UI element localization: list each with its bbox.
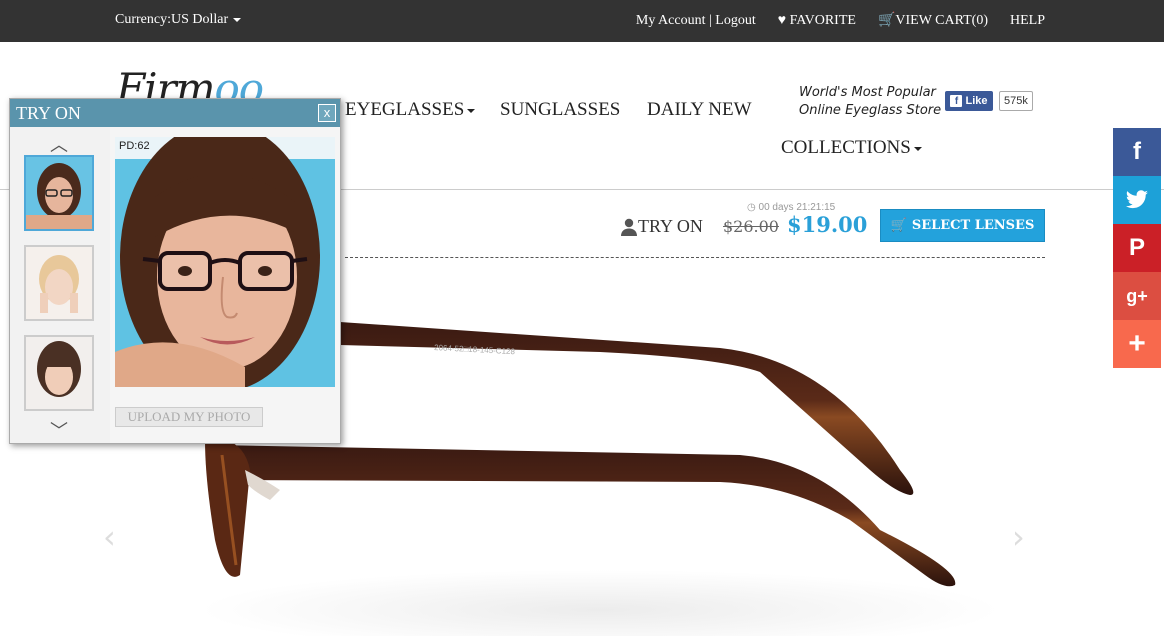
user-icon <box>621 218 637 236</box>
account-links: My Account | Logout <box>636 13 756 29</box>
model-photo-with-glasses <box>115 137 335 387</box>
currency-label: Currency:US Dollar <box>115 12 229 27</box>
cart-label: VIEW CART(0) <box>895 13 988 28</box>
chevron-down-icon <box>913 146 922 151</box>
site-tagline: World's Most Popular Online Eyeglass Sto… <box>799 84 941 120</box>
model-thumbnail[interactable] <box>24 245 94 321</box>
old-price: $26.00 <box>723 217 779 236</box>
sale-price: $19.00 <box>787 212 868 237</box>
model-thumbnail[interactable] <box>24 155 94 231</box>
model-photo <box>26 247 92 319</box>
try-on-link[interactable]: TRY ON <box>620 216 703 237</box>
facebook-like-button[interactable]: f Like <box>945 91 993 111</box>
currency-selector[interactable]: Currency:US Dollar <box>115 12 242 28</box>
nav-daily-new[interactable]: DAILY NEW <box>647 99 752 121</box>
chevron-down-icon[interactable]: ﹀ <box>50 417 68 443</box>
try-on-photo[interactable]: PD:62 <box>115 137 335 387</box>
nav-collections[interactable]: COLLECTIONS <box>781 137 922 159</box>
fb-like-label: Like <box>965 95 988 107</box>
cart-icon: 🛒 <box>877 13 896 28</box>
chevron-down-icon <box>233 17 242 22</box>
facebook-icon: f <box>950 95 963 107</box>
chevron-up-icon[interactable]: ︿ <box>50 131 68 157</box>
favorite-label: FAVORITE <box>789 12 856 28</box>
favorite-link[interactable]: ♥ FAVORITE <box>778 13 856 29</box>
nav-eyeglasses[interactable]: EYEGLASSES <box>345 99 476 121</box>
try-on-preview-area: PD:62 UPLOAD MY PHOTO <box>110 127 340 443</box>
facebook-icon: f <box>1133 138 1141 165</box>
my-account-link[interactable]: My Account <box>636 13 706 28</box>
top-bar: Currency:US Dollar My Account | Logout ♥… <box>0 0 1164 42</box>
prev-image-button[interactable]: ‹ <box>103 518 116 556</box>
nav-collections-label: COLLECTIONS <box>781 137 911 158</box>
tagline-line-1: World's Most Popular <box>799 85 936 100</box>
chevron-right-icon: › <box>1012 518 1025 556</box>
separator: | <box>708 12 712 28</box>
model-thumbnail[interactable] <box>24 335 94 411</box>
model-photo <box>26 157 92 229</box>
next-image-button[interactable]: › <box>1012 518 1025 556</box>
divider <box>345 257 1045 258</box>
chevron-down-icon <box>467 108 476 113</box>
chevron-left-icon: ‹ <box>103 518 116 556</box>
heart-icon: ♥ <box>777 12 787 28</box>
model-thumbnail-list: ︿ ﹀ <box>10 127 110 443</box>
model-photo <box>26 337 92 409</box>
try-on-panel-header: TRY ON x <box>10 99 340 127</box>
account-nav: My Account | Logout ♥ FAVORITE 🛒VIEW CAR… <box>636 12 1045 29</box>
facebook-share-button[interactable]: f <box>1113 128 1161 176</box>
try-on-panel-title: TRY ON <box>16 103 81 123</box>
try-on-panel: TRY ON x ︿ ﹀ PD:62 UPLOAD MY PHOTO <box>9 98 341 444</box>
facebook-like-count: 575k <box>999 91 1033 111</box>
nav-eyeglasses-label: EYEGLASSES <box>345 99 465 120</box>
view-cart-link[interactable]: 🛒VIEW CART(0) <box>878 12 988 29</box>
tagline-line-2: Online Eyeglass Store <box>799 103 942 118</box>
close-button[interactable]: x <box>318 104 336 122</box>
nav-sunglasses[interactable]: SUNGLASSES <box>500 99 620 121</box>
logout-link[interactable]: Logout <box>715 13 755 28</box>
select-lenses-button[interactable]: 🛒 SELECT LENSES <box>880 209 1045 242</box>
help-link[interactable]: HELP <box>1010 13 1045 29</box>
upload-photo-button[interactable]: UPLOAD MY PHOTO <box>115 407 263 427</box>
clock-icon: ◷ <box>747 202 756 213</box>
try-on-label: TRY ON <box>638 216 703 236</box>
cart-icon: 🛒 <box>890 218 907 233</box>
pd-label: PD:62 <box>119 140 150 152</box>
select-lenses-label: SELECT LENSES <box>911 218 1035 233</box>
